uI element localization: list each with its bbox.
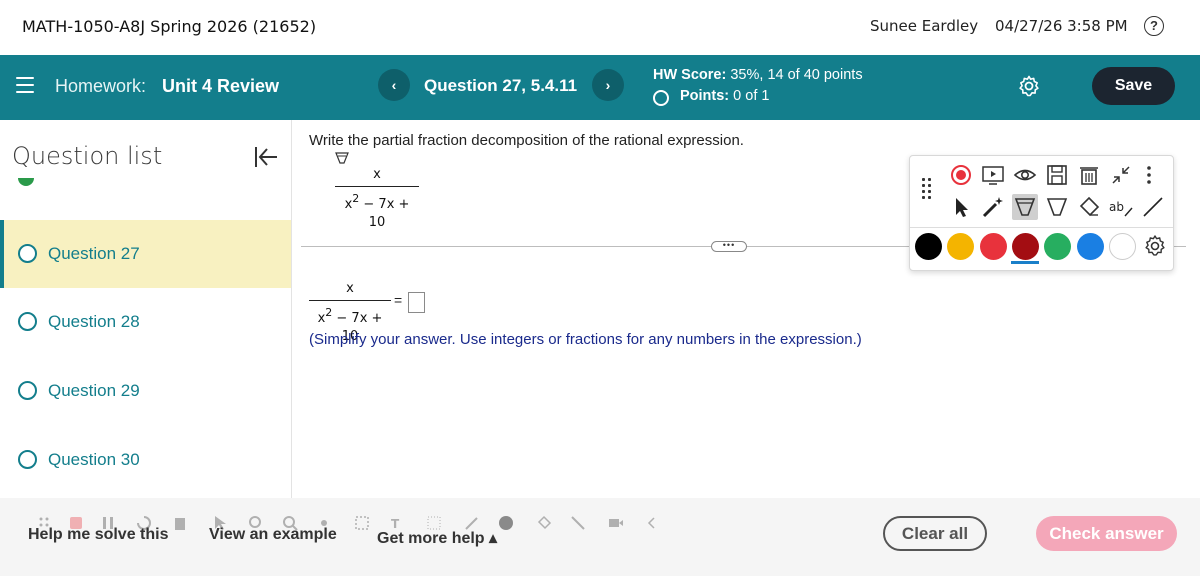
- color-swatch[interactable]: [1044, 233, 1072, 260]
- highlighter-icon[interactable]: [1012, 194, 1038, 220]
- save-disk-icon[interactable]: [1044, 162, 1070, 188]
- question-list-title: Question list: [12, 142, 163, 170]
- hw-score-value: 35%, 14 of 40 points: [730, 67, 863, 83]
- top-bar: MATH-1050-A8J Spring 2026 (21652) Sunee …: [0, 0, 1200, 55]
- line-tool-icon[interactable]: [1140, 194, 1166, 220]
- toolbar-separator: [910, 227, 1173, 228]
- color-swatch[interactable]: [1108, 233, 1136, 260]
- delete-icon[interactable]: [172, 515, 188, 531]
- sidebar-item-label: Question 28: [48, 312, 140, 331]
- get-more-help-button[interactable]: Get more help ▴: [377, 528, 497, 548]
- equals-sign: =: [394, 292, 403, 308]
- next-question-button[interactable]: ›: [592, 69, 624, 101]
- sidebar-item-label: Question 27: [48, 244, 140, 263]
- chevron-left-icon[interactable]: [644, 515, 660, 531]
- points: Points: 0 of 1: [680, 88, 769, 104]
- mute-icon[interactable]: [570, 515, 586, 531]
- magic-wand-icon[interactable]: [980, 194, 1006, 220]
- color-swatch[interactable]: [1076, 233, 1104, 260]
- question-instruction: Write the partial fraction decomposition…: [309, 132, 744, 149]
- record-icon[interactable]: [948, 162, 974, 188]
- course-title: MATH-1050-A8J Spring 2026 (21652): [22, 17, 317, 36]
- user-name[interactable]: Sunee Eardley: [870, 17, 978, 35]
- points-label: Points:: [680, 88, 730, 104]
- more-options-icon[interactable]: [1142, 162, 1156, 188]
- answer-numerator: x: [346, 281, 354, 296]
- status-circle-icon: [18, 312, 37, 331]
- answer-input[interactable]: [408, 292, 425, 313]
- select-area-icon[interactable]: [354, 515, 370, 531]
- color-swatch[interactable]: [947, 233, 975, 260]
- drag-handle-icon[interactable]: [922, 178, 936, 202]
- clear-all-button[interactable]: Clear all: [883, 516, 987, 551]
- help-me-solve-button[interactable]: Help me solve this: [28, 526, 169, 544]
- menu-icon[interactable]: [16, 77, 34, 93]
- save-button[interactable]: Save: [1092, 67, 1175, 105]
- color-swatch[interactable]: [979, 233, 1007, 260]
- pointer-arrow-icon[interactable]: [948, 194, 974, 220]
- camera-icon[interactable]: [608, 515, 624, 531]
- points-circle-icon: [653, 90, 669, 106]
- shrink-arrows-icon[interactable]: [1108, 162, 1134, 188]
- sidebar-item-label: Question 29: [48, 381, 140, 400]
- question-list-sidebar: Question list Question 27 Question 28 Qu…: [0, 120, 292, 500]
- simplify-instruction: (Simplify your answer. Use integers or f…: [309, 331, 862, 348]
- question-label: Question 27, 5.4.11: [424, 76, 578, 95]
- rational-expression: x x2 − 7x + 10: [335, 166, 419, 232]
- points-value: 0 of 1: [733, 88, 770, 104]
- hw-score-label: HW Score:: [653, 67, 727, 83]
- homework-title: Unit 4 Review: [162, 76, 280, 96]
- emoji-icon[interactable]: [498, 515, 514, 531]
- color-settings-gear-icon[interactable]: [1142, 233, 1168, 259]
- homework-header: Homework: Unit 4 Review ‹ Question 27, 5…: [0, 55, 1200, 120]
- trash-icon[interactable]: [1076, 162, 1102, 188]
- previous-question-button[interactable]: ‹: [378, 69, 410, 101]
- homework-label: Homework:: [55, 76, 147, 96]
- funnel-pen-icon[interactable]: [1044, 194, 1070, 220]
- eye-icon[interactable]: [1012, 162, 1038, 188]
- settings-gear-icon[interactable]: [1017, 74, 1041, 98]
- previous-question-indicator: [14, 178, 44, 188]
- sidebar-item-label: Question 30: [48, 450, 140, 469]
- screen-play-icon[interactable]: [980, 162, 1006, 188]
- sidebar-item-question-27[interactable]: Question 27: [0, 220, 291, 288]
- status-circle-icon: [18, 381, 37, 400]
- view-example-button[interactable]: View an example: [209, 526, 337, 544]
- help-icon[interactable]: ?: [1144, 16, 1164, 36]
- date-time: 04/27/26 3:58 PM: [995, 17, 1128, 35]
- collapse-sidebar-icon[interactable]: [252, 144, 280, 170]
- svg-text:ab: ab: [1109, 200, 1124, 214]
- sidebar-item-question-29[interactable]: Question 29: [0, 357, 291, 425]
- eraser-icon[interactable]: [1076, 194, 1102, 220]
- color-swatch[interactable]: [1011, 233, 1039, 260]
- expression-numerator: x: [373, 167, 381, 182]
- eraser-icon[interactable]: [536, 515, 552, 531]
- selected-color-indicator: [1011, 261, 1039, 264]
- sidebar-item-question-28[interactable]: Question 28: [0, 288, 291, 356]
- color-swatch[interactable]: [915, 233, 942, 260]
- sidebar-item-question-30[interactable]: Question 30: [0, 426, 291, 494]
- check-answer-button[interactable]: Check answer: [1036, 516, 1177, 551]
- status-circle-icon: [18, 244, 37, 263]
- annotation-toolbar: ab: [909, 155, 1174, 271]
- expand-dots-button[interactable]: •••: [711, 241, 747, 252]
- expression-denominator: x2 − 7x + 10: [344, 192, 410, 230]
- status-circle-icon: [18, 450, 37, 469]
- text-tool-icon[interactable]: ab: [1108, 194, 1134, 220]
- hw-score: HW Score: 35%, 14 of 40 points: [653, 67, 863, 83]
